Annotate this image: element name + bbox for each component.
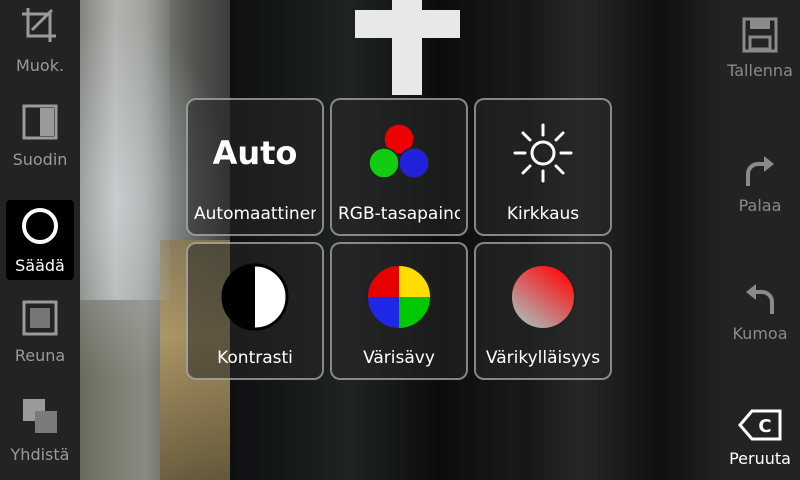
redo-label: Palaa: [738, 195, 782, 215]
hue-icon: [332, 262, 466, 332]
backspace-icon: C: [738, 409, 782, 445]
auto-icon-text: Auto: [212, 134, 298, 172]
cancel-label: Peruuta: [729, 448, 791, 468]
saturation-icon: [476, 262, 610, 332]
photo-region: [80, 0, 170, 300]
photo-region: [520, 0, 720, 480]
left-toolbar: Muok. Suodin Säädä Reuna Yhdistä: [0, 0, 80, 480]
rgb-balance-button[interactable]: RGB-tasapaino: [330, 98, 468, 236]
photo-editor: Muok. Suodin Säädä Reuna Yhdistä Tallenn…: [0, 0, 800, 480]
saturation-button[interactable]: Värikylläisyys: [474, 242, 612, 380]
filter-icon: [22, 104, 58, 144]
undo-icon: [742, 283, 778, 320]
tool-frame[interactable]: Reuna: [6, 292, 74, 372]
auto-icon: Auto: [188, 118, 322, 188]
hue-button[interactable]: Värisävy: [330, 242, 468, 380]
save-label: Tallenna: [727, 60, 793, 80]
tool-merge-label: Yhdistä: [10, 444, 70, 464]
save-button[interactable]: Tallenna: [720, 8, 800, 88]
tool-crop-label: Muok.: [15, 55, 65, 75]
hue-label: Värisävy: [363, 348, 435, 368]
frame-icon: [22, 300, 58, 340]
tool-filter[interactable]: Suodin: [6, 96, 74, 176]
contrast-button[interactable]: Kontrasti: [186, 242, 324, 380]
photo-region: [355, 10, 460, 38]
contrast-icon: [188, 262, 322, 332]
tool-merge[interactable]: Yhdistä: [6, 390, 74, 470]
rgb-icon: [332, 118, 466, 188]
brightness-label: Kirkkaus: [506, 204, 580, 224]
brightness-icon: [476, 118, 610, 188]
merge-icon: [21, 397, 59, 439]
contrast-label: Kontrasti: [217, 348, 293, 368]
redo-icon: [742, 155, 778, 192]
crop-icon: [20, 6, 60, 50]
undo-label: Kumoa: [732, 323, 788, 343]
redo-button[interactable]: Palaa: [720, 145, 800, 225]
tool-frame-label: Reuna: [14, 345, 66, 365]
save-icon: [742, 17, 778, 57]
svg-text:C: C: [758, 416, 771, 437]
undo-button[interactable]: Kumoa: [720, 273, 800, 353]
tool-filter-label: Suodin: [12, 149, 68, 169]
tool-adjust-label: Säädä: [15, 255, 65, 275]
adjust-circle-icon: [20, 206, 60, 250]
auto-adjust-button[interactable]: Auto Automaattinen: [186, 98, 324, 236]
tool-crop[interactable]: Muok.: [6, 0, 74, 80]
brightness-button[interactable]: Kirkkaus: [474, 98, 612, 236]
saturation-label: Värikylläisyys: [485, 348, 601, 368]
tool-adjust[interactable]: Säädä: [6, 200, 74, 280]
right-toolbar: Tallenna Palaa Kumoa C Peruuta: [720, 0, 800, 480]
cancel-button[interactable]: C Peruuta: [720, 398, 800, 478]
auto-adjust-label: Automaattinen: [194, 204, 316, 224]
photo-region: [230, 0, 530, 480]
rgb-balance-label: RGB-tasapaino: [338, 204, 460, 224]
